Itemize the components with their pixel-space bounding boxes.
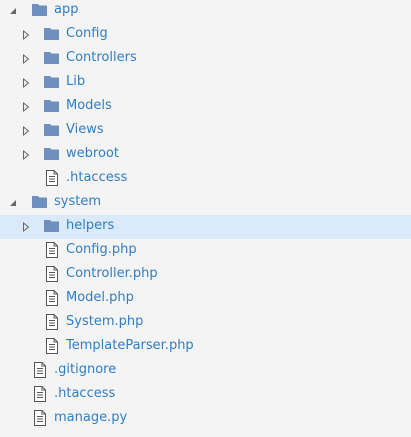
file-icon	[33, 410, 49, 426]
file-label[interactable]: Config.php	[66, 239, 137, 261]
tree-row-app-0[interactable]: app	[0, 0, 411, 23]
caret-right-icon[interactable]	[20, 23, 32, 47]
tree-row-controllers-2[interactable]: Controllers	[0, 47, 411, 71]
folder-label[interactable]: Controllers	[66, 47, 137, 69]
tree-row-manage-py-17[interactable]: manage.py	[0, 407, 411, 431]
folder-label[interactable]: helpers	[66, 215, 114, 237]
folder-label[interactable]: system	[54, 191, 101, 213]
file-label[interactable]: System.php	[66, 311, 143, 333]
file-icon	[45, 314, 61, 330]
tree-row-models-4[interactable]: Models	[0, 95, 411, 119]
tree-row-views-5[interactable]: Views	[0, 119, 411, 143]
caret-right-icon[interactable]	[20, 119, 32, 143]
caret-down-icon[interactable]	[7, 0, 19, 23]
tree-row-webroot-6[interactable]: webroot	[0, 143, 411, 167]
caret-down-icon[interactable]	[7, 191, 19, 215]
file-label[interactable]: Controller.php	[66, 263, 158, 285]
caret-right-icon[interactable]	[20, 71, 32, 95]
file-icon	[45, 338, 61, 354]
tree-row-system-8[interactable]: system	[0, 191, 411, 215]
file-icon	[45, 266, 61, 282]
file-icon	[45, 242, 61, 258]
file-label[interactable]: .gitignore	[54, 359, 116, 381]
folder-label[interactable]: Models	[66, 95, 112, 117]
tree-row-model-php-12[interactable]: Model.php	[0, 287, 411, 311]
folder-label[interactable]: Lib	[66, 71, 85, 93]
tree-row-config-1[interactable]: Config	[0, 23, 411, 47]
file-icon	[33, 386, 49, 402]
file-label[interactable]: .htaccess	[54, 383, 115, 405]
file-icon	[45, 170, 61, 186]
caret-right-icon[interactable]	[20, 215, 32, 239]
tree-row-dot-gitignore-15[interactable]: .gitignore	[0, 359, 411, 383]
folder-label[interactable]: Config	[66, 23, 108, 45]
tree-row-controller-php-11[interactable]: Controller.php	[0, 263, 411, 287]
tree-row-config-php-10[interactable]: Config.php	[0, 239, 411, 263]
tree-row-helpers-9[interactable]: helpers	[0, 215, 411, 239]
file-label[interactable]: Model.php	[66, 287, 134, 309]
caret-right-icon[interactable]	[20, 47, 32, 71]
folder-icon	[44, 75, 60, 91]
folder-label[interactable]: Views	[66, 119, 104, 141]
file-icon	[33, 362, 49, 378]
caret-right-icon[interactable]	[20, 143, 32, 167]
tree-row-system-php-13[interactable]: System.php	[0, 311, 411, 335]
folder-icon	[44, 27, 60, 43]
file-tree: app Config Controllers Lib Models Views webroo…	[0, 0, 411, 437]
folder-icon	[32, 3, 48, 19]
folder-label[interactable]: app	[54, 0, 78, 21]
tree-row-templateparser-php-14[interactable]: TemplateParser.php	[0, 335, 411, 359]
tree-row-dot-htaccess-7[interactable]: .htaccess	[0, 167, 411, 191]
tree-row-lib-3[interactable]: Lib	[0, 71, 411, 95]
caret-right-icon[interactable]	[20, 95, 32, 119]
tree-row-dot-htaccess-16[interactable]: .htaccess	[0, 383, 411, 407]
file-label[interactable]: .htaccess	[66, 167, 127, 189]
folder-label[interactable]: webroot	[66, 143, 119, 165]
file-label[interactable]: manage.py	[54, 407, 127, 429]
folder-icon	[44, 51, 60, 67]
folder-icon	[44, 219, 60, 235]
folder-icon	[44, 123, 60, 139]
folder-icon	[44, 99, 60, 115]
folder-icon	[44, 147, 60, 163]
file-label[interactable]: TemplateParser.php	[66, 335, 194, 357]
file-icon	[45, 290, 61, 306]
folder-icon	[32, 195, 48, 211]
